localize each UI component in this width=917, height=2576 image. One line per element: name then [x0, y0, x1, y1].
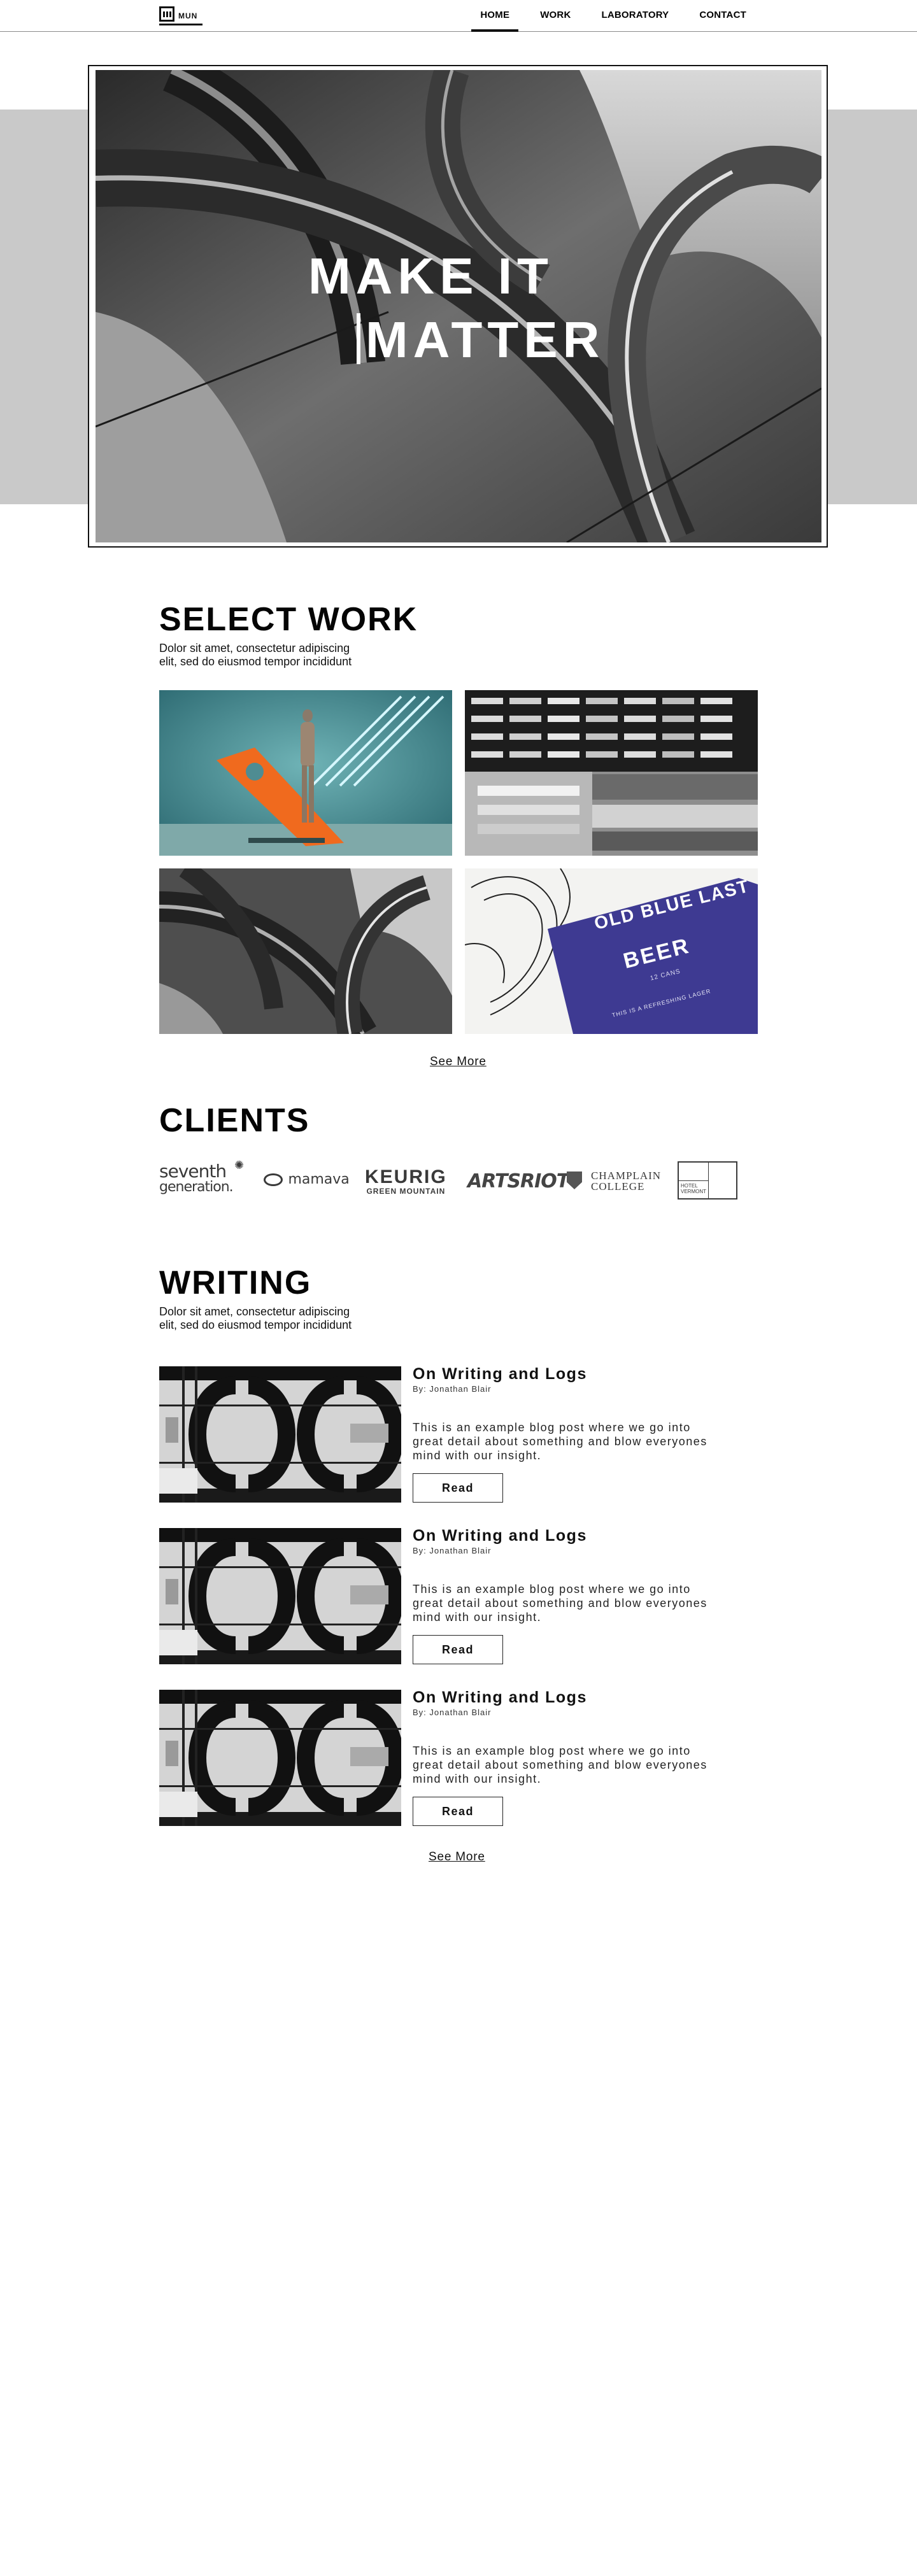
- read-post-button[interactable]: Read: [413, 1635, 503, 1664]
- client-logo-keurig: KEURIG GREEN MOUNTAIN: [365, 1168, 447, 1196]
- post-thumbnail[interactable]: [159, 1690, 401, 1826]
- top-navigation-bar: MUN HOME WORK LABORATORY CONTACT: [0, 0, 917, 32]
- post-author: By: Jonathan Blair: [413, 1384, 492, 1394]
- post-author: By: Jonathan Blair: [413, 1708, 492, 1717]
- nav-home-link[interactable]: HOME: [471, 0, 519, 32]
- select-work-title: SELECT WORK: [159, 601, 418, 638]
- read-post-button[interactable]: Read: [413, 1797, 503, 1826]
- logo-text: MUN: [178, 11, 198, 20]
- keurig-wordmark: KEURIG: [365, 1166, 447, 1187]
- sun-icon: ✺: [234, 1159, 245, 1171]
- mamava-face-icon: [264, 1173, 283, 1186]
- hero-headline-line-2-wrap: MATTER: [357, 308, 690, 372]
- post-author: By: Jonathan Blair: [413, 1546, 492, 1555]
- client-logo-mamava: mamava: [264, 1171, 350, 1187]
- work-tile-beer-can[interactable]: OLD BLUE LAST BEER 12 CANS THIS IS A REF…: [465, 868, 758, 1034]
- writing-subtitle: Dolor sit amet, consectetur adipiscing e…: [159, 1305, 352, 1331]
- client-logo-artsriot: ARTSRIOT: [467, 1170, 569, 1192]
- read-post-button[interactable]: Read: [413, 1473, 503, 1503]
- champlain-line2: COLLEGE: [591, 1180, 645, 1192]
- post-excerpt: This is an example blog post where we go…: [413, 1421, 707, 1462]
- hotel-vermont-line2: VERMONT: [681, 1189, 706, 1194]
- hero-headline-line-1: MAKE IT: [308, 248, 553, 304]
- champlain-line1: CHAMPLAIN: [591, 1170, 662, 1182]
- post-title[interactable]: On Writing and Logs: [413, 1688, 587, 1707]
- nav-work-link[interactable]: WORK: [531, 0, 579, 32]
- keurig-subline: GREEN MOUNTAIN: [366, 1187, 446, 1196]
- post-title[interactable]: On Writing and Logs: [413, 1365, 587, 1384]
- text-cursor-icon: [357, 313, 360, 364]
- artsriot-wordmark: ARTSRIOT: [467, 1170, 569, 1192]
- post-title[interactable]: On Writing and Logs: [413, 1527, 587, 1545]
- writing-see-more-link[interactable]: See More: [429, 1850, 485, 1864]
- brand-logo[interactable]: MUN: [159, 6, 205, 25]
- work-tile-window-facade[interactable]: [465, 690, 758, 856]
- writing-title: WRITING: [159, 1264, 312, 1301]
- client-logo-seventh-generation: seventh generation. ✺: [159, 1159, 248, 1195]
- work-tile-neon-figure[interactable]: [159, 690, 452, 856]
- mamava-wordmark: mamava: [288, 1171, 350, 1187]
- main-nav: HOME WORK LABORATORY CONTACT: [458, 0, 755, 32]
- hero-headline: MAKE IT MATTER: [308, 244, 690, 372]
- clients-title: CLIENTS: [159, 1102, 310, 1139]
- client-logo-hotel-vermont: HOTEL VERMONT: [678, 1161, 737, 1200]
- nav-contact-link[interactable]: CONTACT: [690, 0, 755, 32]
- select-work-see-more-link[interactable]: See More: [430, 1055, 487, 1069]
- hotel-vermont-line1: HOTEL: [681, 1183, 698, 1189]
- logo-mark-icon: [159, 6, 174, 22]
- nav-laboratory-link[interactable]: LABORATORY: [592, 0, 678, 32]
- post-excerpt: This is an example blog post where we go…: [413, 1583, 707, 1624]
- seventh-generation-line2: generation.: [159, 1179, 234, 1195]
- post-thumbnail[interactable]: [159, 1366, 401, 1503]
- post-thumbnail[interactable]: [159, 1528, 401, 1664]
- post-excerpt: This is an example blog post where we go…: [413, 1744, 707, 1785]
- logo-underline: [159, 24, 203, 25]
- client-logo-champlain-college: CHAMPLAIN COLLEGE: [567, 1170, 661, 1192]
- select-work-subtitle: Dolor sit amet, consectetur adipiscing e…: [159, 642, 352, 668]
- work-tile-architecture[interactable]: [159, 868, 452, 1034]
- hero-headline-line-2: MATTER: [366, 311, 605, 368]
- shield-icon: [567, 1171, 582, 1189]
